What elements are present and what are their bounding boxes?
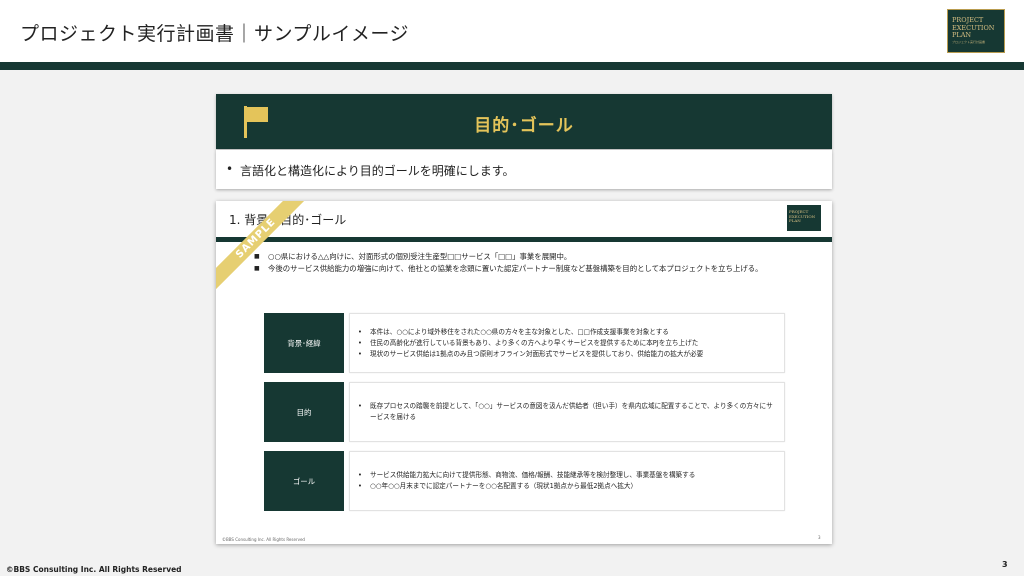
sample-slide: 1. 背景・目的･ゴール PROJECT EXECUTION PLAN SAMP… xyxy=(216,201,832,544)
goal-item: ○○年○○月末までに認定パートナーを○○名配置する（現状1拠点から最低2拠点へ拡… xyxy=(358,481,776,492)
project-execution-plan-logo: PROJECT EXECUTION PLAN プロジェクト実行計画書 xyxy=(947,9,1005,53)
logo-line-3: PLAN xyxy=(952,31,972,39)
sample-slide-band xyxy=(216,237,832,242)
description-text: 言語化と構造化により目的ゴールを明確にします。 xyxy=(240,164,515,178)
row-content-background: 本件は、○○により域外移住をされた○○県の方々を主な対象とした、□□作成支援事業… xyxy=(349,313,785,373)
bullet-marker: • xyxy=(226,162,234,176)
background-item: 住民の高齢化が進行している背景もあり、より多くの方へより早くサービスを提供するた… xyxy=(358,338,776,349)
slide-header: プロジェクト実行計画書｜サンプルイメージ PROJECT EXECUTION P… xyxy=(0,0,1024,62)
row-label-background: 背景･経緯 xyxy=(264,313,344,373)
sample-slide-logo: PROJECT EXECUTION PLAN xyxy=(787,205,821,231)
copyright: ©BBS Consulting Inc. All Rights Reserved xyxy=(6,565,182,574)
inner-logo-line-3: PLAN xyxy=(789,218,801,224)
summary-bullet: 今後のサービス供給能力の増強に向けて、他社との協業を念頭に置いた認定パートナー制… xyxy=(254,263,824,275)
description-card: • 言語化と構造化により目的ゴールを明確にします。 xyxy=(216,150,832,189)
logo-subtitle: プロジェクト実行計画書 xyxy=(952,39,986,44)
row-content-goal: サービス供給能力拡大に向けて提供形態、商物流、価格/報酬、技能継承等を検討整理し… xyxy=(349,451,785,511)
header-band xyxy=(0,62,1024,70)
goal-card: 目的･ゴール xyxy=(216,94,832,149)
page-number: 3 xyxy=(1002,560,1008,569)
page-title: プロジェクト実行計画書｜サンプルイメージ xyxy=(20,23,410,45)
background-item: 本件は、○○により域外移住をされた○○県の方々を主な対象とした、□□作成支援事業… xyxy=(358,327,776,338)
goal-title: 目的･ゴール xyxy=(474,116,574,136)
row-content-purpose: 既存プロセスの踏襲を前提として、「○○」サービスの意図を汲んだ供給者（担い手）を… xyxy=(349,382,785,442)
background-item: 現状のサービス供給は1拠点のみ且つ原則オフライン対面形式でサービスを提供しており… xyxy=(358,349,776,360)
summary-bullets: ○○県における△△向けに、対面形式の個別受注生産型□□サービス「□□」事業を展開… xyxy=(254,251,824,275)
summary-bullet: ○○県における△△向けに、対面形式の個別受注生産型□□サービス「□□」事業を展開… xyxy=(254,251,824,263)
sample-slide-page-number: 3 xyxy=(818,535,821,540)
row-label-goal: ゴール xyxy=(264,451,344,511)
row-label-purpose: 目的 xyxy=(264,382,344,442)
sample-slide-copyright: ©BBS Consulting Inc. All Rights Reserved xyxy=(222,537,305,542)
goal-item: サービス供給能力拡大に向けて提供形態、商物流、価格/報酬、技能継承等を検討整理し… xyxy=(358,470,776,481)
purpose-item: 既存プロセスの踏襲を前提として、「○○」サービスの意図を汲んだ供給者（担い手）を… xyxy=(358,401,776,423)
